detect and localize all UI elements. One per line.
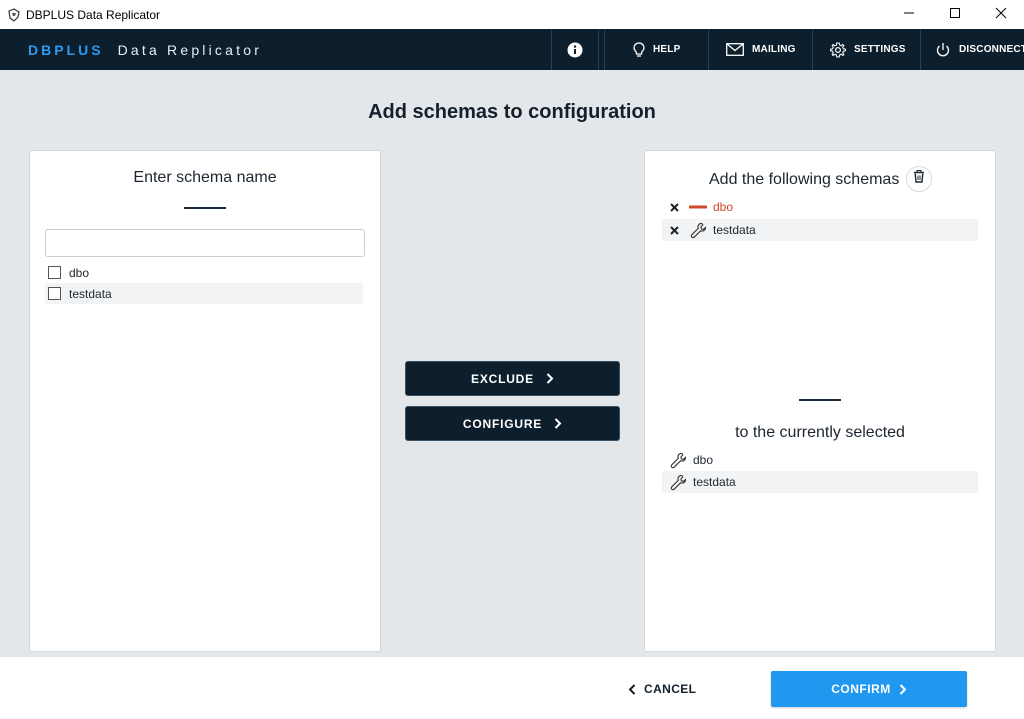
exclude-label: EXCLUDE — [471, 371, 534, 386]
current-schema-dbo: dbo — [662, 449, 978, 471]
clear-all-button[interactable] — [906, 166, 932, 192]
cancel-button[interactable]: CANCEL — [628, 675, 696, 703]
help-label: HELP — [653, 44, 681, 55]
schema-option-label: testdata — [69, 286, 112, 301]
mailing-label: MAILING — [752, 44, 796, 55]
trash-icon — [913, 169, 925, 188]
current-schemas-heading: to the currently selected — [735, 424, 905, 441]
checkbox[interactable] — [48, 287, 61, 300]
wrench-icon — [668, 452, 688, 469]
schema-option-label: dbo — [69, 265, 90, 280]
schema-option-testdata[interactable]: testdata — [45, 283, 363, 304]
lightbulb-icon — [633, 41, 645, 58]
configure-label: CONFIGURE — [462, 416, 543, 431]
info-button[interactable] — [551, 29, 598, 70]
wrench-icon — [688, 222, 708, 239]
header-nav: HELP MAILING SETTINGS DISCONNECT — [551, 29, 1024, 70]
brand-secondary: Data Replicator — [117, 41, 263, 58]
page-title: Add schemas to configuration — [368, 101, 656, 123]
close-button[interactable] — [978, 0, 1024, 29]
window-titlebar: DBPLUS Data Replicator — [0, 0, 1024, 29]
app-header: DBPLUS Data Replicator HELP MAILING SETT — [0, 29, 1024, 70]
dbplus-logo-icon — [6, 7, 22, 23]
maximize-icon — [949, 6, 961, 24]
selected-schema-dbo: dbo — [662, 196, 978, 218]
schema-search-heading: Enter schema name — [133, 169, 277, 186]
checkbox[interactable] — [48, 266, 61, 279]
remove-x-icon[interactable] — [669, 225, 680, 235]
selected-schemas-panel: Add the following schemas dbo testdata t… — [644, 150, 996, 652]
chevron-right-icon — [546, 373, 554, 384]
exclude-dash-icon — [688, 205, 708, 209]
power-icon — [935, 42, 951, 58]
schema-option-dbo[interactable]: dbo — [45, 262, 363, 283]
mailing-button[interactable]: MAILING — [708, 29, 812, 70]
section-underline — [799, 399, 841, 401]
settings-label: SETTINGS — [854, 44, 906, 55]
schema-search-input[interactable] — [45, 229, 365, 257]
remove-x-icon[interactable] — [669, 202, 680, 212]
chevron-right-icon — [899, 683, 907, 695]
selected-schema-label: dbo — [713, 200, 734, 214]
close-icon — [995, 6, 1007, 24]
envelope-icon — [726, 43, 744, 56]
footer-bar: CANCEL CONFIRM — [0, 657, 1024, 719]
chevron-left-icon — [628, 683, 636, 695]
confirm-label: CONFIRM — [831, 682, 891, 696]
brand-primary: DBPLUS — [28, 41, 104, 58]
gear-icon — [830, 41, 846, 58]
brand-logo: DBPLUS Data Replicator — [28, 29, 262, 70]
settings-button[interactable]: SETTINGS — [812, 29, 920, 70]
heading-underline — [184, 207, 226, 209]
help-button[interactable]: HELP — [604, 29, 708, 70]
exclude-button[interactable]: EXCLUDE — [405, 361, 620, 396]
current-schema-label: testdata — [693, 475, 736, 489]
current-schema-label: dbo — [693, 453, 714, 467]
window-title: DBPLUS Data Replicator — [26, 7, 161, 22]
disconnect-label: DISCONNECT — [959, 44, 1024, 55]
disconnect-button[interactable]: DISCONNECT — [920, 29, 1024, 70]
current-schema-testdata: testdata — [662, 471, 978, 493]
minimize-icon — [903, 6, 915, 24]
selected-schema-label: testdata — [713, 223, 756, 237]
info-icon — [567, 42, 583, 58]
minimize-button[interactable] — [886, 0, 932, 29]
chevron-right-icon — [554, 418, 562, 429]
selected-schemas-heading: Add the following schemas — [709, 171, 900, 188]
window-controls — [886, 0, 1024, 29]
cancel-label: CANCEL — [644, 682, 697, 696]
selected-schema-testdata: testdata — [662, 219, 978, 241]
wrench-icon — [668, 474, 688, 491]
configure-button[interactable]: CONFIGURE — [405, 406, 620, 441]
confirm-button[interactable]: CONFIRM — [771, 671, 967, 707]
maximize-button[interactable] — [932, 0, 978, 29]
schema-search-panel: Enter schema name dbo testdata — [29, 150, 381, 652]
